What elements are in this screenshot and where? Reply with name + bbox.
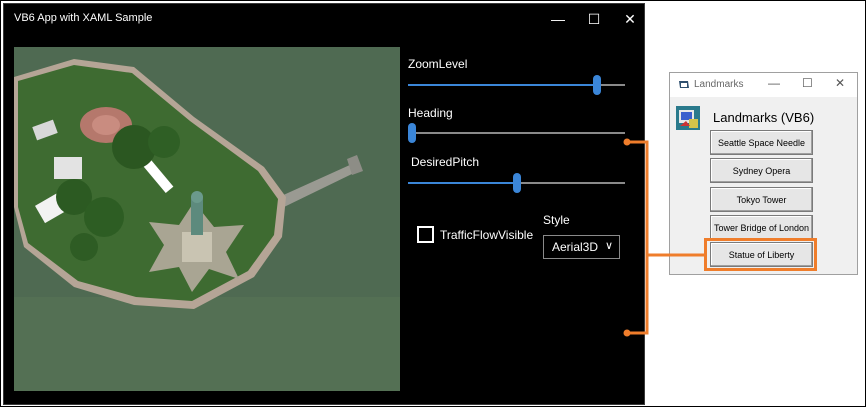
highlight-box — [704, 238, 817, 271]
aerial-map-image — [14, 47, 400, 391]
slider-fill — [408, 84, 597, 86]
seattle-space-needle-button[interactable]: Seattle Space Needle — [710, 130, 813, 155]
heading-label: Heading — [408, 106, 453, 120]
traffic-flow-label[interactable]: TrafficFlowVisible — [440, 228, 533, 242]
desired-pitch-label: DesiredPitch — [411, 155, 480, 169]
zoom-level-slider[interactable] — [408, 75, 625, 95]
slider-track — [408, 132, 625, 134]
sydney-opera-button[interactable]: Sydney Opera — [710, 158, 813, 183]
tower-bridge-button[interactable]: Tower Bridge of London — [710, 215, 813, 240]
screenshot-frame: VB6 App with XAML Sample — ☐ ✕ ZoomLevel… — [0, 0, 866, 407]
tokyo-tower-button[interactable]: Tokyo Tower — [710, 187, 813, 212]
style-label: Style — [543, 213, 570, 227]
style-dropdown[interactable]: Aerial3D ∨ — [543, 235, 620, 259]
minimize-button[interactable]: — — [768, 76, 780, 90]
slider-fill — [408, 182, 517, 184]
vb6-heading: Landmarks (VB6) — [713, 110, 815, 125]
vb6-titlebar[interactable]: Landmarks — ☐ ✕ — [670, 73, 857, 97]
window-app-icon — [678, 79, 690, 90]
zoom-level-label: ZoomLevel — [408, 57, 468, 71]
close-button[interactable]: ✕ — [612, 4, 648, 34]
slider-thumb[interactable] — [408, 123, 416, 143]
landmarks-app-icon — [676, 106, 700, 130]
vb6-window-title: Landmarks — [694, 79, 744, 90]
chevron-down-icon: ∨ — [604, 240, 613, 252]
close-button[interactable]: ✕ — [835, 76, 845, 90]
minimize-button[interactable]: — — [540, 4, 576, 34]
window-title: VB6 App with XAML Sample — [14, 12, 153, 24]
slider-thumb[interactable] — [512, 173, 521, 193]
traffic-flow-checkbox[interactable] — [417, 226, 434, 243]
heading-slider[interactable] — [408, 123, 625, 143]
maximize-button[interactable]: ☐ — [576, 4, 612, 34]
xaml-titlebar[interactable]: VB6 App with XAML Sample — ☐ ✕ — [4, 4, 644, 34]
style-value: Aerial3D — [552, 240, 599, 254]
maximize-button[interactable]: ☐ — [802, 76, 813, 90]
xaml-window: VB6 App with XAML Sample — ☐ ✕ ZoomLevel… — [3, 3, 645, 405]
map-view[interactable] — [14, 47, 400, 391]
desired-pitch-slider[interactable] — [408, 173, 625, 193]
slider-thumb[interactable] — [592, 75, 601, 95]
